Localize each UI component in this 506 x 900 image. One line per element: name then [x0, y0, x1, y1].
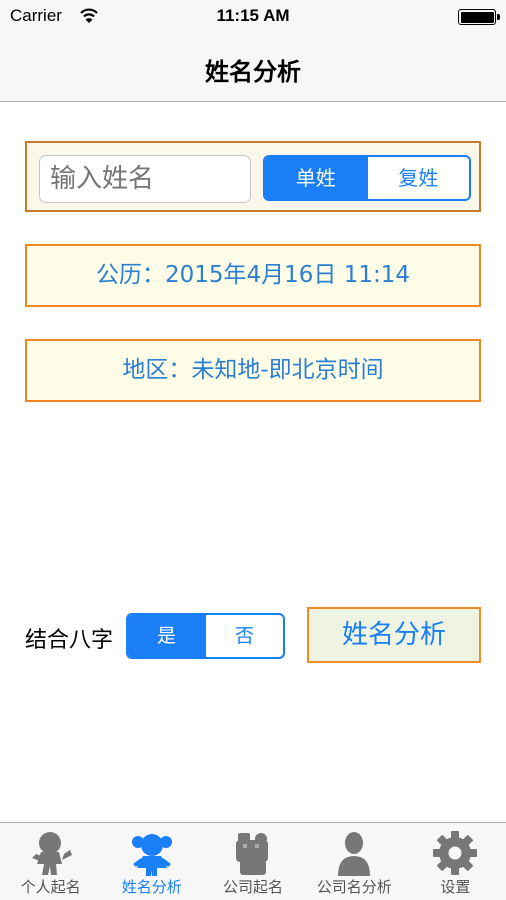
name-entry-panel: 单姓 复姓: [25, 141, 481, 212]
tab-label: 公司名分析: [316, 878, 392, 896]
bazi-yes-option[interactable]: 是: [128, 615, 205, 657]
compound-surname-option[interactable]: 复姓: [366, 157, 470, 199]
birth-date-text: 公历：2015年4月16日 11:14: [95, 262, 411, 288]
page-title: 姓名分析: [205, 58, 301, 86]
tab-label: 公司起名: [223, 878, 284, 896]
gear-icon: [433, 831, 478, 875]
tab-label: 设置: [440, 878, 471, 896]
tab-label: 姓名分析: [121, 878, 182, 896]
analyze-name-button[interactable]: 姓名分析: [307, 607, 481, 663]
region-text: 地区：未知地-即北京时间: [122, 357, 384, 383]
person-icon: [338, 832, 371, 876]
surname-type-segmented-control: 单姓 复姓: [263, 155, 471, 201]
girl-icon: [131, 834, 172, 876]
battery-icon: [458, 9, 500, 25]
status-bar: Carrier 11:15 AM: [0, 0, 506, 34]
clock: 11:15 AM: [216, 6, 290, 25]
tab-personal-naming[interactable]: 个人起名: [0, 823, 101, 900]
bazi-no-option[interactable]: 否: [205, 615, 283, 657]
tab-settings[interactable]: 设置: [405, 823, 506, 900]
tab-bar: 个人起名 姓名分析 公司起名 公司名分析 设置: [0, 822, 506, 900]
navigation-bar: 姓名分析: [0, 34, 506, 102]
child-icon: [31, 832, 72, 875]
tab-company-naming[interactable]: 公司起名: [202, 823, 303, 900]
single-surname-option[interactable]: 单姓: [265, 157, 367, 199]
birth-date-selector[interactable]: 公历：2015年4月16日 11:14: [25, 244, 481, 307]
region-selector[interactable]: 地区：未知地-即北京时间: [25, 339, 481, 402]
company-icon: [236, 833, 268, 875]
bazi-label: 结合八字: [25, 628, 114, 653]
tab-company-name-analysis[interactable]: 公司名分析: [304, 823, 405, 900]
tab-name-analysis[interactable]: 姓名分析: [101, 823, 202, 900]
bazi-segmented-control: 是 否: [126, 613, 285, 659]
name-input[interactable]: [39, 155, 251, 203]
tab-label: 个人起名: [20, 878, 81, 896]
